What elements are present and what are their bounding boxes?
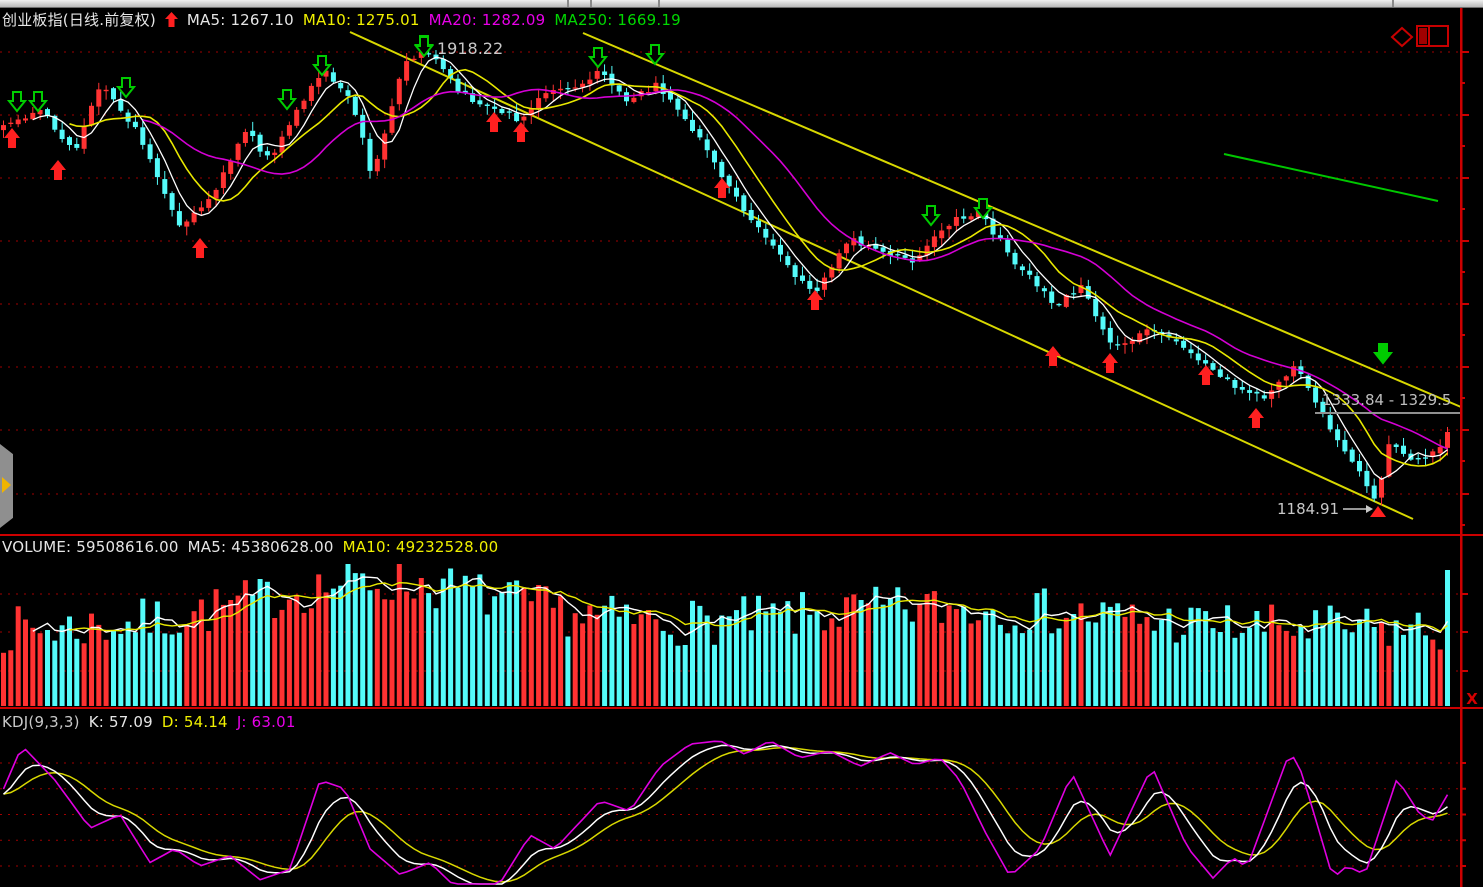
high-price-label: 1918.22 bbox=[437, 39, 503, 58]
ma20-value: MA20: 1282.09 bbox=[429, 11, 546, 29]
volume-ma10-value: MA10: 49232528.00 bbox=[343, 538, 499, 556]
kdj-k-value: K: 57.09 bbox=[89, 713, 153, 731]
kdj-pane-header: KDJ(9,3,3) K: 57.09 D: 54.14 J: 63.01 bbox=[2, 713, 296, 731]
price-pane-header: 创业板指(日线.前复权) MA5: 1267.10 MA10: 1275.01 … bbox=[2, 9, 681, 30]
side-panel-expand-handle[interactable] bbox=[0, 444, 13, 528]
stock-chart-app: 创业板指(日线.前复权) MA5: 1267.10 MA10: 1275.01 … bbox=[0, 0, 1483, 887]
volume-value: VOLUME: 59508616.00 bbox=[2, 538, 179, 556]
range-price-label: 1333.84 - 1329.5 bbox=[1322, 391, 1451, 409]
chart-canvas[interactable] bbox=[0, 0, 1483, 887]
kdj-d-value: D: 54.14 bbox=[162, 713, 228, 731]
kdj-j-value: J: 63.01 bbox=[237, 713, 296, 731]
low-price-label: 1184.91 bbox=[1277, 500, 1339, 518]
up-arrow-icon bbox=[165, 12, 178, 27]
ma10-value: MA10: 1275.01 bbox=[303, 11, 420, 29]
kdj-name: KDJ(9,3,3) bbox=[2, 713, 80, 731]
close-indicator-icon[interactable]: X bbox=[1464, 691, 1480, 707]
ma5-value: MA5: 1267.10 bbox=[187, 11, 294, 29]
volume-ma5-value: MA5: 45380628.00 bbox=[188, 538, 334, 556]
ma250-value: MA250: 1669.19 bbox=[554, 11, 680, 29]
diamond-tool-icon[interactable] bbox=[1390, 26, 1414, 52]
volume-pane-header: VOLUME: 59508616.00 MA5: 45380628.00 MA1… bbox=[2, 538, 498, 556]
split-window-icon[interactable] bbox=[1416, 25, 1450, 51]
symbol-title: 创业板指(日线.前复权) bbox=[2, 9, 156, 30]
side-panel-expand-icon bbox=[2, 477, 11, 493]
